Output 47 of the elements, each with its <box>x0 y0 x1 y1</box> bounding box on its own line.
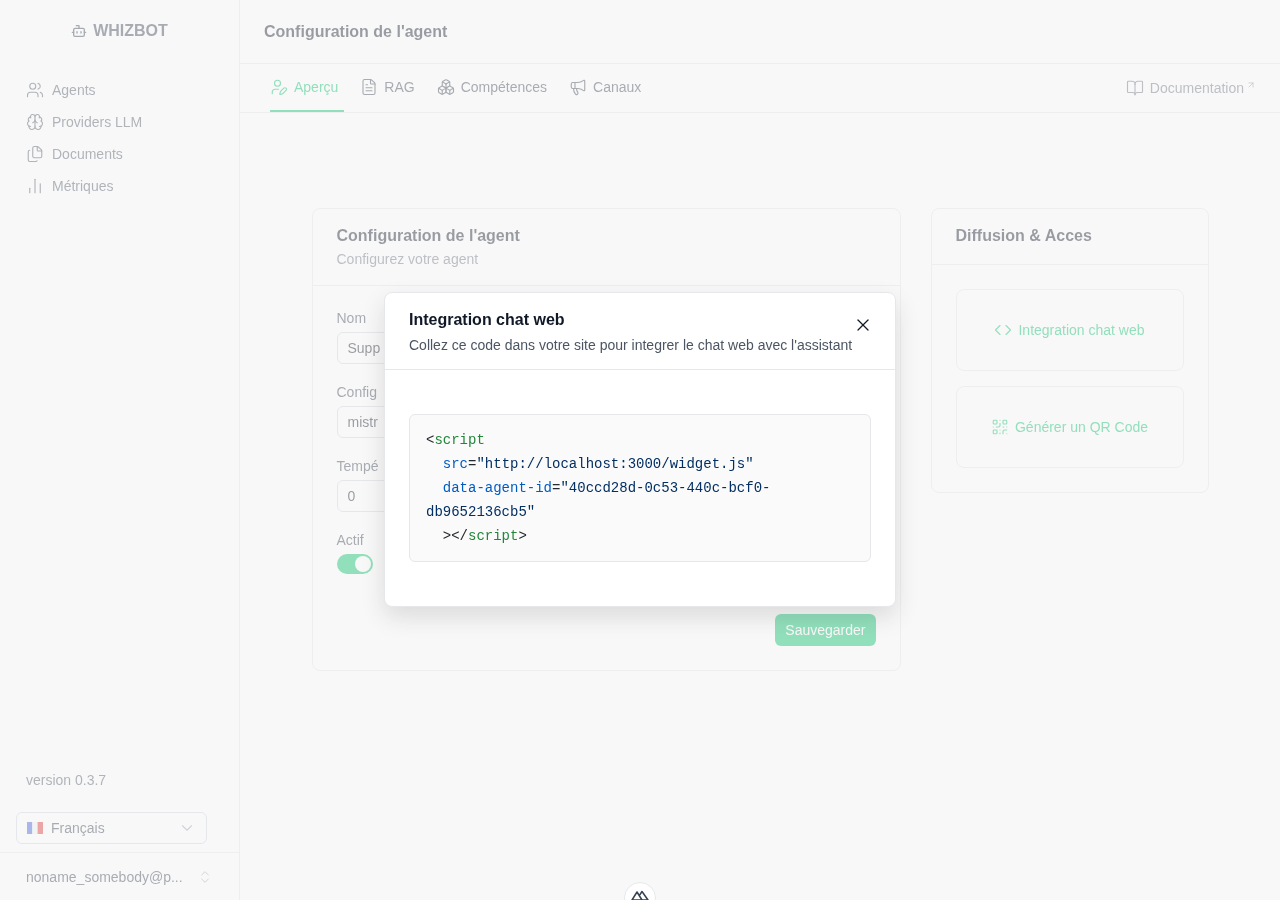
code-line: ></script> <box>441 527 528 546</box>
card-title: Diffusion & Acces <box>955 227 1093 245</box>
brain-icon <box>26 113 44 131</box>
field-label: Tempé <box>336 458 379 474</box>
nav-item[interactable]: Providers LLM <box>26 109 223 135</box>
qr-code-icon <box>990 418 1009 436</box>
card-title: Configuration de l'agent <box>336 227 521 245</box>
field-label: Actif <box>336 532 364 548</box>
mountain-icon <box>631 889 649 900</box>
files-icon <box>26 145 44 163</box>
bar-chart-icon <box>26 177 44 195</box>
logo-text: WHIZBOT <box>93 22 168 40</box>
save-button[interactable]: Sauvegarder <box>775 614 876 646</box>
book-icon <box>1125 79 1144 97</box>
document-icon <box>360 78 379 96</box>
language-value: Français <box>51 820 106 836</box>
user-menu[interactable]: noname_somebody@p... <box>0 852 239 900</box>
action-button[interactable]: Générer un QR Code <box>955 386 1184 468</box>
external-link-icon <box>1246 80 1256 90</box>
nav-item[interactable]: Agents <box>26 77 223 103</box>
code-line: src="http://localhost:3000/widget.js" <box>441 455 755 474</box>
language-select[interactable]: Français <box>16 812 207 844</box>
code-line: data-agent-id="40ccd28d-0c53-440c-bcf0-db9652136cb5" <box>426 479 772 522</box>
user-email: noname_somebody@p... <box>26 868 183 885</box>
active-switch[interactable] <box>336 554 373 574</box>
documentation-link[interactable]: Documentation <box>1125 64 1256 112</box>
robot-icon <box>71 23 88 39</box>
modal-title: Integration chat web <box>409 311 565 329</box>
nav-item[interactable]: Documents <box>26 141 223 167</box>
card-subtitle: Configurez votre agent <box>336 251 480 267</box>
nav-item[interactable]: Métriques <box>26 173 223 199</box>
tab[interactable]: Canaux <box>569 64 648 112</box>
field-label: Config <box>336 384 377 400</box>
flag-icon <box>27 822 43 834</box>
user-pen-icon <box>270 78 288 96</box>
version-text: version 0.3.7 <box>25 772 108 788</box>
page-title: Configuration de l'agent <box>264 22 448 41</box>
code-line: <script <box>426 431 486 450</box>
megaphone-icon <box>569 78 588 96</box>
action-button[interactable]: Integration chat web <box>955 289 1184 371</box>
field-label: Nom <box>336 310 367 326</box>
users-icon <box>26 81 44 99</box>
modal-description: Collez ce code dans votre site pour integrer le chat web avec l'assistant <box>409 337 854 353</box>
tab[interactable]: Aperçu <box>270 64 345 112</box>
tab[interactable]: RAG <box>360 64 421 112</box>
boxes-icon <box>436 78 455 96</box>
tab[interactable]: Compétences <box>436 64 554 112</box>
